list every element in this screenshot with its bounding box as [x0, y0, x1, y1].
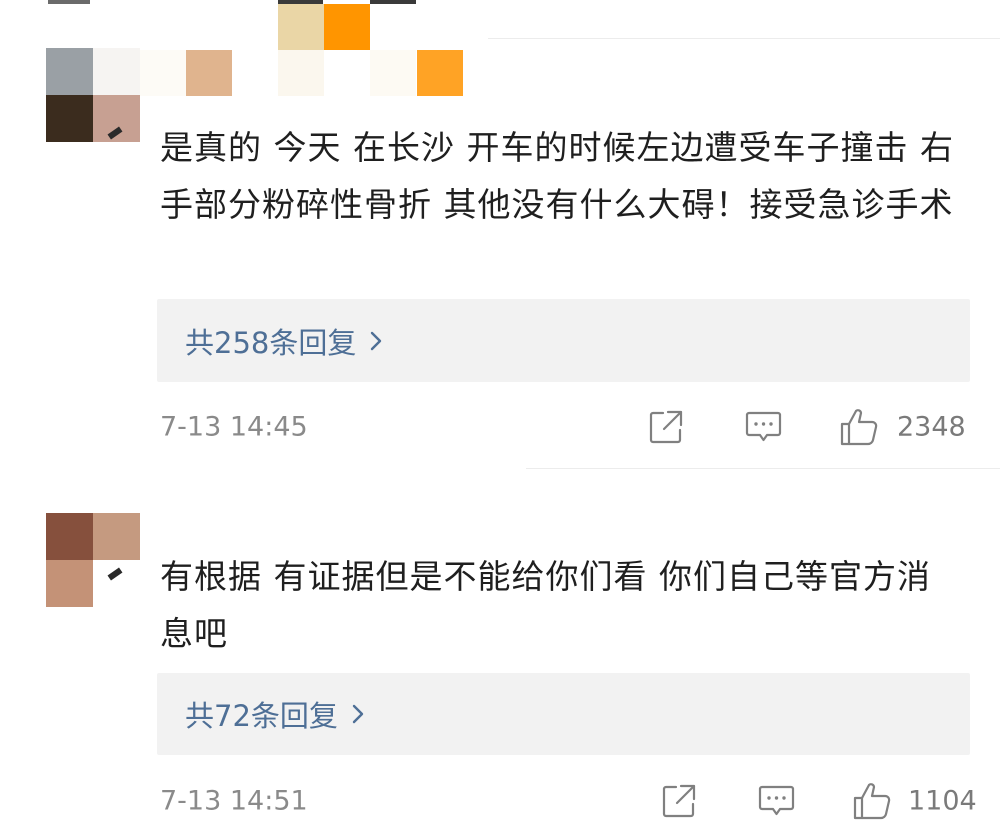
- avatar[interactable]: [46, 48, 140, 142]
- mosaic-tile: [46, 48, 93, 95]
- mosaic-tile: [278, 4, 324, 50]
- mosaic-tile: [370, 0, 416, 4]
- mosaic-tile: [140, 50, 186, 96]
- view-replies-button[interactable]: 共72条回复: [157, 673, 970, 755]
- comment-text: 是真的 今天 在长沙 开车的时候左边遭受车子撞击 右手部分粉碎性骨折 其他没有什…: [160, 128, 954, 224]
- avatar[interactable]: [46, 513, 140, 607]
- chevron-right-icon: [352, 704, 364, 724]
- mosaic-tile: [324, 4, 370, 50]
- comment-icon[interactable]: [758, 783, 795, 819]
- mosaic-tile: [93, 513, 140, 560]
- mosaic-tile: [93, 48, 140, 95]
- mosaic-tile: [370, 50, 416, 96]
- comment-icon[interactable]: [745, 409, 782, 445]
- mosaic-tile: [93, 560, 140, 607]
- mosaic-tile: [48, 0, 90, 4]
- comment-meta: 7-13 14:45 2348: [0, 402, 1000, 452]
- replies-count-label: 共258条回复: [185, 325, 357, 360]
- like-count: 1104: [908, 785, 977, 817]
- timestamp: 7-13 14:45: [160, 411, 308, 443]
- chevron-right-icon: [371, 331, 382, 350]
- timestamp: 7-13 14:51: [160, 785, 308, 817]
- thumbs-up-icon[interactable]: [839, 407, 879, 447]
- thumbs-up-icon[interactable]: [852, 781, 892, 821]
- view-replies-button[interactable]: 共258条回复: [157, 299, 970, 382]
- mosaic-tile: [46, 560, 93, 607]
- username-mosaic[interactable]: [140, 50, 464, 96]
- mosaic-tile: [46, 513, 93, 560]
- share-icon[interactable]: [648, 409, 684, 445]
- mosaic-tile: [186, 50, 232, 96]
- top-divider: [488, 38, 1000, 39]
- replies-link[interactable]: 共258条回复: [185, 320, 382, 362]
- replies-count-label: 共72条回复: [185, 699, 338, 733]
- mosaic-tile: [278, 50, 324, 96]
- comment-divider: [526, 468, 1000, 469]
- mosaic-tile: [417, 50, 463, 96]
- mosaic-tile: [46, 95, 93, 142]
- like-count: 2348: [897, 411, 966, 443]
- comment-feed: 是真的 今天 在长沙 开车的时候左边遭受车子撞击 右手部分粉碎性骨折 其他没有什…: [0, 0, 1000, 840]
- comment-text: 有根据 有证据但是不能给你们看 你们自己等官方消息吧: [160, 557, 931, 653]
- share-icon[interactable]: [661, 783, 697, 819]
- replies-link[interactable]: 共72条回复: [185, 693, 364, 735]
- comment-meta: 7-13 14:51 1104: [0, 776, 1000, 826]
